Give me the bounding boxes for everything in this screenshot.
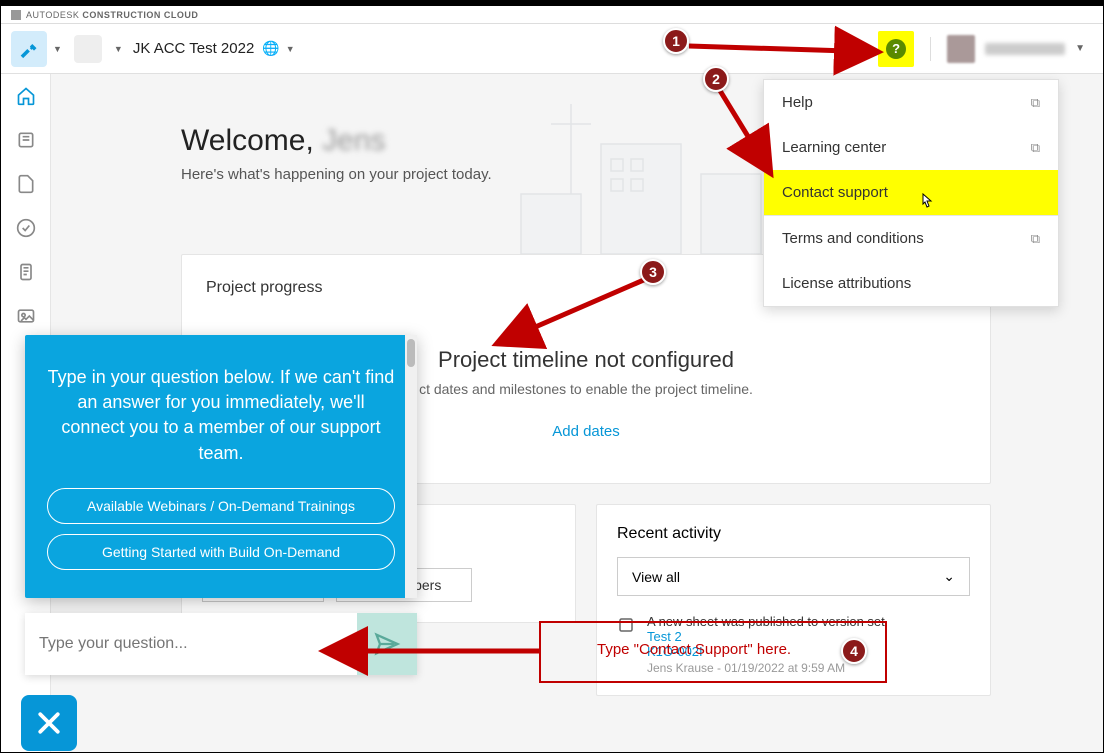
close-icon [34,708,64,738]
chevron-down-icon[interactable]: ▼ [53,44,62,54]
menu-item-terms[interactable]: Terms and conditions⧉ [764,216,1058,261]
chevron-down-icon[interactable]: ▼ [114,44,123,54]
sidebar-forms-icon[interactable] [14,260,38,284]
chevron-down-icon[interactable]: ▼ [286,44,295,54]
view-all-dropdown[interactable]: View all ⌄ [617,557,970,596]
user-name-label [985,43,1065,55]
app-header: ▼ ▼ JK ACC Test 2022 🌐 ▼ ? ▼ [1,24,1103,74]
autodesk-logo-icon [11,10,21,20]
external-link-icon: ⧉ [1031,140,1040,156]
sidebar-files-icon[interactable] [14,172,38,196]
annotation-arrow-4 [311,637,551,672]
menu-item-contact-support[interactable]: Contact support [764,170,1058,215]
product-switcher-button[interactable] [11,31,47,67]
chat-intro-text: Type in your question below. If we can't… [47,365,395,466]
annotation-arrow-1 [689,34,899,69]
chat-question-input[interactable] [25,635,357,653]
support-chat-panel: Type in your question below. If we can't… [25,335,417,598]
chat-close-button[interactable] [21,695,77,751]
help-dropdown-menu: Help⧉ Learning center⧉ Contact support T… [763,79,1059,307]
sidebar-issues-icon[interactable] [14,216,38,240]
annotation-step-3: 3 [640,259,666,285]
account-logo[interactable] [74,35,102,63]
brand-bar: AUTODESK CONSTRUCTION CLOUD [1,6,1103,24]
scrollbar-thumb[interactable] [407,339,415,367]
annotation-arrow-3 [481,279,656,364]
menu-item-license[interactable]: License attributions [764,261,1058,306]
external-link-icon: ⧉ [1031,231,1040,247]
chat-suggestion-webinars[interactable]: Available Webinars / On-Demand Trainings [47,488,395,524]
sidebar-home-icon[interactable] [14,84,38,108]
hammer-icon [19,39,39,59]
divider [930,37,931,61]
scrollbar[interactable] [405,335,417,598]
sidebar-sheets-icon[interactable] [14,128,38,152]
menu-item-help[interactable]: Help⧉ [764,80,1058,125]
annotation-step-1: 1 [663,28,689,54]
chevron-down-icon[interactable]: ▼ [1075,43,1085,54]
welcome-subtitle: Here's what's happening on your project … [181,166,492,183]
project-name[interactable]: JK ACC Test 2022 [133,40,254,57]
cursor-pointer-icon [917,193,935,218]
sidebar-photos-icon[interactable] [14,304,38,328]
welcome-heading: Welcome, Jens [181,124,492,158]
annotation-step-2: 2 [703,66,729,92]
globe-icon[interactable]: 🌐 [262,40,279,57]
chat-suggestion-getting-started[interactable]: Getting Started with Build On-Demand [47,534,395,570]
user-avatar[interactable] [947,35,975,63]
recent-title: Recent activity [617,525,970,543]
annotation-text-4: Type "Contact Support" here. [597,641,791,658]
chevron-down-icon: ⌄ [943,568,955,585]
brand-prefix: AUTODESK CONSTRUCTION CLOUD [26,10,198,20]
menu-item-learning[interactable]: Learning center⧉ [764,125,1058,170]
welcome-block: Welcome, Jens Here's what's happening on… [181,124,492,183]
annotation-arrow-2 [719,89,789,194]
external-link-icon: ⧉ [1031,95,1040,111]
annotation-step-4: 4 [841,638,867,664]
